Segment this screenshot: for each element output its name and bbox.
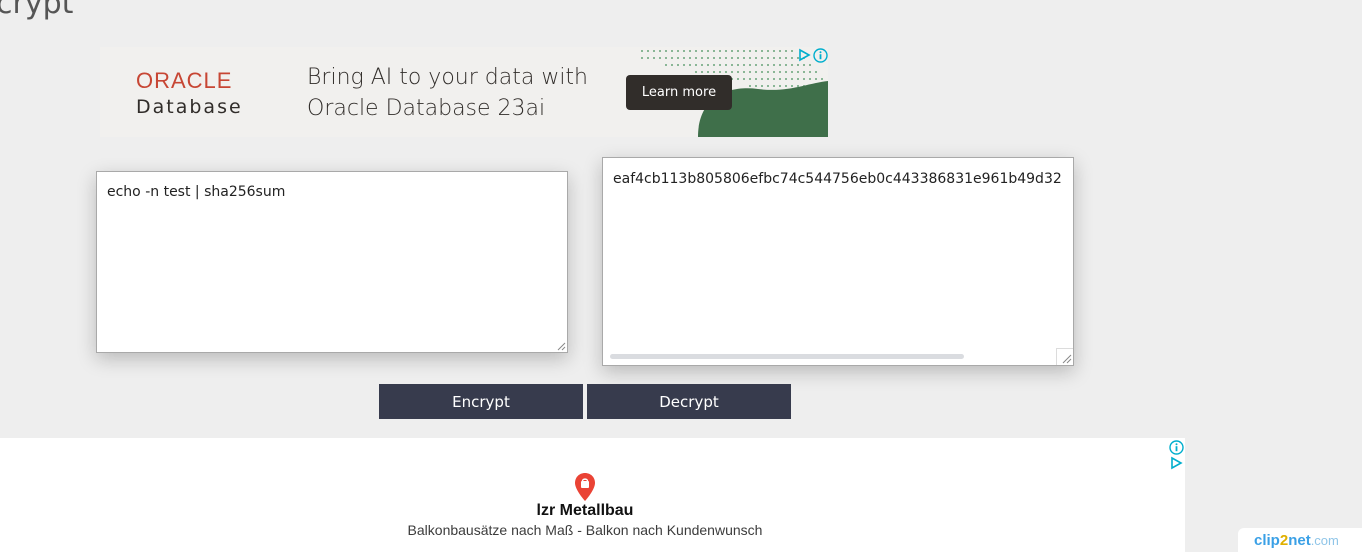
horizontal-scrollbar[interactable] <box>603 348 1057 365</box>
plaintext-input-value: echo -n test | sha256sum <box>107 184 286 200</box>
page: crypt ORACLE Database Bring AI to your d… <box>0 0 1362 552</box>
watermark-part1: clip <box>1254 531 1280 549</box>
decrypt-button[interactable]: Decrypt <box>587 384 791 419</box>
plaintext-input[interactable]: echo -n test | sha256sum <box>96 171 568 353</box>
resize-handle-icon[interactable] <box>1057 349 1073 365</box>
page-title: crypt <box>0 0 74 21</box>
adchoices-play-icon[interactable] <box>797 48 811 62</box>
ad-tagline-line2: Oracle Database 23ai <box>307 96 546 121</box>
business-name[interactable]: lzr Metallbau <box>0 502 1170 520</box>
learn-more-button[interactable]: Learn more <box>626 75 732 110</box>
watermark-part3: net <box>1288 531 1311 549</box>
adchoices-play-icon[interactable] <box>1169 456 1183 470</box>
oracle-logo-text: ORACLE <box>136 68 233 93</box>
watermark-part4: .com <box>1310 532 1339 548</box>
business-description[interactable]: Balkonbausätze nach Maß - Balkon nach Ku… <box>0 522 1170 538</box>
ad-tagline: Bring AI to your data with Oracle Databa… <box>307 62 607 124</box>
watermark-part2: 2 <box>1279 531 1289 549</box>
ad-tagline-line1: Bring AI to your data with <box>307 65 588 90</box>
scrollbar-thumb[interactable] <box>610 354 964 359</box>
local-business-ad[interactable]: lzr Metallbau Balkonbausätze nach Maß - … <box>0 438 1185 552</box>
oracle-ad-banner[interactable]: ORACLE Database Bring AI to your data wi… <box>100 47 828 137</box>
oracle-logo-subtext: Database <box>136 96 243 118</box>
ciphertext-output[interactable]: eaf4cb113b805806efbc74c544756eb0c4433868… <box>602 157 1074 366</box>
adchoices-info-icon[interactable] <box>1169 440 1184 455</box>
adchoices-info-icon[interactable] <box>813 48 828 63</box>
resize-handle-icon[interactable] <box>556 341 566 351</box>
clip2net-watermark: clip 2 net .com <box>1238 528 1362 552</box>
ciphertext-output-value: eaf4cb113b805806efbc74c544756eb0c4433868… <box>613 171 1062 187</box>
map-pin-icon <box>575 473 595 501</box>
oracle-logo: ORACLE Database <box>136 69 266 119</box>
encrypt-button[interactable]: Encrypt <box>379 384 583 419</box>
adchoices[interactable] <box>797 48 828 63</box>
adchoices[interactable] <box>1169 440 1184 470</box>
scrollbar-corner <box>1056 348 1073 365</box>
